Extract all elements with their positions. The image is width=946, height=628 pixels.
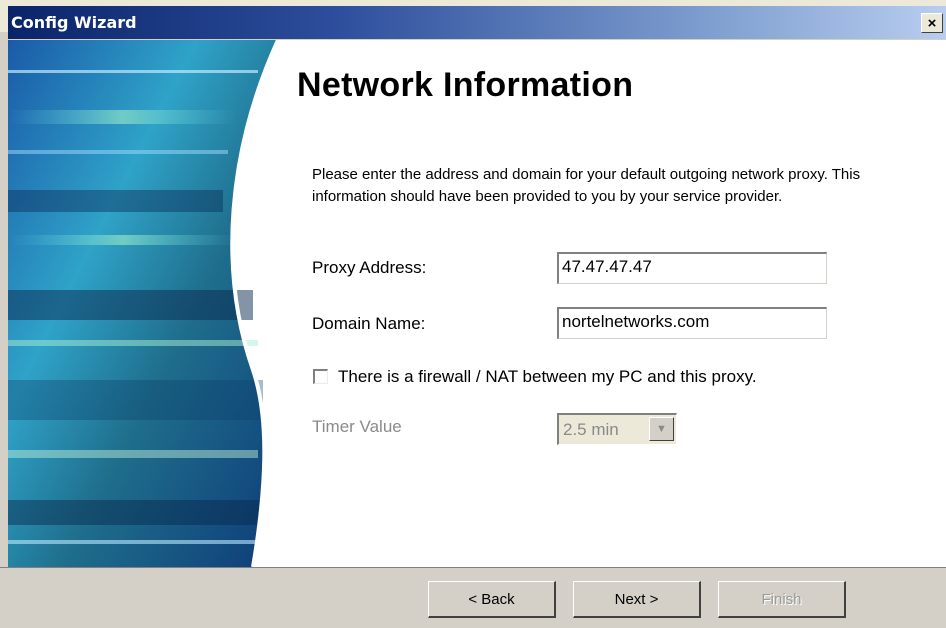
- page-description: Please enter the address and domain for …: [312, 166, 861, 205]
- close-icon: ×: [927, 14, 937, 32]
- proxy-address-value: 47.47.47.47: [562, 257, 652, 276]
- title-bar-gradient: [8, 6, 946, 40]
- chevron-down-icon[interactable]: ▼: [649, 417, 674, 441]
- window-title: Config Wizard: [11, 13, 137, 32]
- domain-name-value: nortelnetworks.com: [562, 312, 710, 331]
- close-button[interactable]: ×: [921, 13, 943, 33]
- domain-name-label: Domain Name:: [312, 314, 426, 333]
- proxy-address-input[interactable]: 47.47.47.47: [557, 252, 827, 284]
- window-left-border: [0, 32, 8, 628]
- finish-button[interactable]: Finish: [718, 581, 846, 618]
- timer-value-select[interactable]: 2.5 min ▼: [557, 413, 677, 445]
- firewall-checkbox-label[interactable]: There is a firewall / NAT between my PC …: [338, 367, 757, 387]
- title-bar: Config Wizard ×: [0, 0, 946, 40]
- proxy-address-label: Proxy Address:: [312, 258, 427, 277]
- firewall-checkbox[interactable]: [313, 369, 328, 384]
- timer-value-label: Timer Value: [312, 417, 402, 436]
- next-button[interactable]: Next >: [573, 581, 701, 618]
- page-heading: Network Information: [297, 66, 634, 104]
- domain-name-input[interactable]: nortelnetworks.com: [557, 307, 827, 339]
- wizard-side-art: [8, 40, 278, 567]
- back-button[interactable]: < Back: [428, 581, 556, 618]
- timer-value-selected: 2.5 min: [563, 420, 619, 439]
